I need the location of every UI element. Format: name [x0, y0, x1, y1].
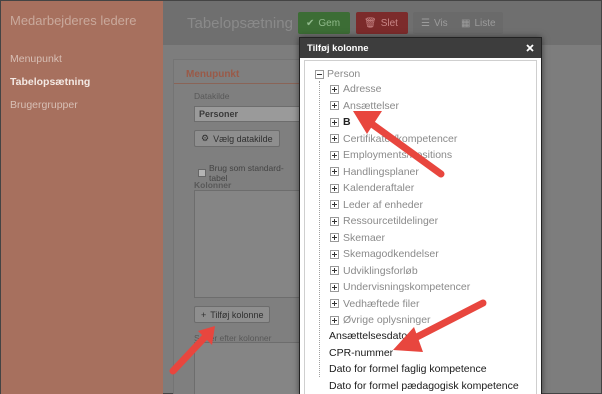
tree-node-label: Ansættelser: [343, 99, 400, 112]
panel-divider: [174, 83, 302, 84]
column-tree: Person Adresse Ansættelser B Certifikate…: [304, 60, 537, 394]
expand-toggle-icon[interactable]: [330, 117, 339, 127]
tree-node-skemagodkendelser[interactable]: Skemagodkendelser: [330, 248, 439, 260]
expand-toggle-icon[interactable]: [330, 183, 339, 193]
sidebar-item-tabelopsaetning[interactable]: Tabelopsætning: [10, 76, 90, 88]
tree-node-label: Øvrige oplysninger: [343, 314, 431, 326]
columns-list[interactable]: [194, 190, 306, 298]
checkbox-box[interactable]: [198, 169, 206, 177]
tree-root-person[interactable]: Person: [315, 68, 360, 80]
collapse-toggle-icon[interactable]: [315, 69, 324, 79]
field-ansaettelsesdato[interactable]: Ansættelsesdato: [329, 330, 407, 342]
tree-node-certifikater[interactable]: Certifikater/kompetencer: [330, 133, 457, 145]
expand-toggle-icon[interactable]: [330, 266, 339, 275]
tree-node-label: Leder af enheder: [343, 198, 423, 211]
delete-button[interactable]: 🗑 Slet: [356, 12, 408, 34]
save-button[interactable]: ✔ Gem: [298, 12, 350, 34]
sidebar-item-brugergrupper[interactable]: Brugergrupper: [10, 99, 78, 111]
sidebar-item-menupunkt[interactable]: Menupunkt: [10, 53, 62, 65]
tree-node-udviklingsforloeb[interactable]: Udviklingsforløb: [330, 265, 418, 277]
view-button[interactable]: ☰ Vis: [413, 12, 457, 34]
tree-node-label: B: [343, 116, 351, 128]
close-icon[interactable]: [524, 42, 535, 53]
dialog-header: Tilføj kolonne: [300, 38, 541, 58]
tree-root-label: Person: [327, 68, 361, 80]
trash-icon: 🗑: [364, 17, 377, 29]
expand-toggle-icon[interactable]: [330, 233, 339, 242]
expand-toggle-icon[interactable]: [330, 167, 339, 176]
tree-node-employments[interactable]: Employments/Positions: [330, 149, 452, 161]
table-icon: ▦: [461, 17, 471, 29]
choose-datasource-button[interactable]: ⚙ Vælg datakilde: [194, 130, 280, 147]
tree-node-label: Ressourcetildelinger: [343, 215, 439, 227]
tree-node-label: Kalenderaftaler: [343, 182, 415, 194]
tree-node-label: Adresse: [343, 83, 382, 95]
list-icon: ☰: [421, 17, 430, 29]
tree-node-kalenderaftaler[interactable]: Kalenderaftaler: [330, 182, 414, 194]
tree-node-b[interactable]: B: [330, 116, 351, 128]
field-dato-paedagogisk-kompetence[interactable]: Dato for formel pædagogisk kompetence: [329, 380, 519, 392]
tree-node-label: Skemaer: [343, 231, 386, 244]
plus-icon: +: [201, 309, 207, 320]
tree-node-label: Skemagodkendelser: [343, 248, 439, 260]
expand-toggle-icon[interactable]: [330, 216, 339, 226]
tree-node-vedhaeftede-filer[interactable]: Vedhæftede filer: [330, 298, 419, 310]
panel-header: Menupunkt: [186, 69, 240, 80]
add-column-label: Tilføj kolonne: [210, 309, 264, 320]
save-button-label: Gem: [318, 17, 341, 29]
expand-toggle-icon[interactable]: [330, 84, 339, 94]
list-button-label: Liste: [474, 17, 496, 29]
sort-list[interactable]: [194, 342, 306, 394]
add-column-dialog: Tilføj kolonne Person Adresse Ansættelse…: [299, 37, 542, 394]
sidebar: Medarbejderes ledere Menupunkt Tabelopsæ…: [1, 1, 163, 394]
expand-toggle-icon[interactable]: [330, 101, 339, 110]
field-cpr-nummer[interactable]: CPR-nummer: [329, 347, 393, 359]
tree-node-skemaer[interactable]: Skemaer: [330, 232, 385, 244]
menupunkt-panel: Menupunkt Datakilde Personer ⚙ Vælg data…: [173, 59, 314, 394]
expand-toggle-icon[interactable]: [330, 315, 339, 325]
tree-node-label: Handlingsplaner: [343, 165, 419, 178]
tree-node-label: Undervisningskompetencer: [343, 281, 471, 293]
tree-node-ressourcetildelinger[interactable]: Ressourcetildelinger: [330, 215, 438, 227]
expand-toggle-icon[interactable]: [330, 299, 339, 308]
choose-datasource-label: Vælg datakilde: [213, 133, 273, 144]
columns-label: Kolonner: [194, 180, 232, 190]
gear-icon: ⚙: [201, 133, 210, 143]
sidebar-title: Medarbejderes ledere: [10, 13, 137, 28]
datasource-label: Datakilde: [194, 91, 230, 101]
expand-toggle-icon[interactable]: [330, 150, 339, 160]
expand-toggle-icon[interactable]: [330, 134, 339, 143]
tree-node-label: Vedhæftede filer: [343, 297, 420, 310]
dialog-title: Tilføj kolonne: [307, 42, 369, 54]
tree-node-label: Certifikater/kompetencer: [343, 132, 458, 145]
add-column-button[interactable]: + Tilføj kolonne: [194, 306, 271, 323]
tree-node-ansaettelser[interactable]: Ansættelser: [330, 100, 399, 112]
datasource-select[interactable]: Personer: [194, 106, 314, 122]
check-icon: ✔: [306, 17, 315, 29]
expand-toggle-icon[interactable]: [330, 249, 339, 259]
delete-button-label: Slet: [380, 17, 398, 29]
tree-node-handlingsplaner[interactable]: Handlingsplaner: [330, 166, 419, 178]
tree-guide-line: [319, 81, 320, 377]
tree-node-adresse[interactable]: Adresse: [330, 83, 382, 95]
expand-toggle-icon[interactable]: [330, 282, 339, 292]
tree-node-label: Employments/Positions: [343, 149, 453, 161]
expand-toggle-icon[interactable]: [330, 200, 339, 209]
tree-node-oevrige-oplysninger[interactable]: Øvrige oplysninger: [330, 314, 431, 326]
field-dato-faglig-kompetence[interactable]: Dato for formel faglig kompetence: [329, 363, 487, 375]
list-button[interactable]: ▦ Liste: [453, 12, 503, 34]
tree-node-label: Udviklingsforløb: [343, 264, 418, 277]
page-title: Tabelopsætning: [187, 15, 293, 32]
view-button-label: Vis: [433, 17, 448, 29]
tree-node-undervisningskompetencer[interactable]: Undervisningskompetencer: [330, 281, 470, 293]
tree-node-leder-af-enheder[interactable]: Leder af enheder: [330, 199, 423, 211]
